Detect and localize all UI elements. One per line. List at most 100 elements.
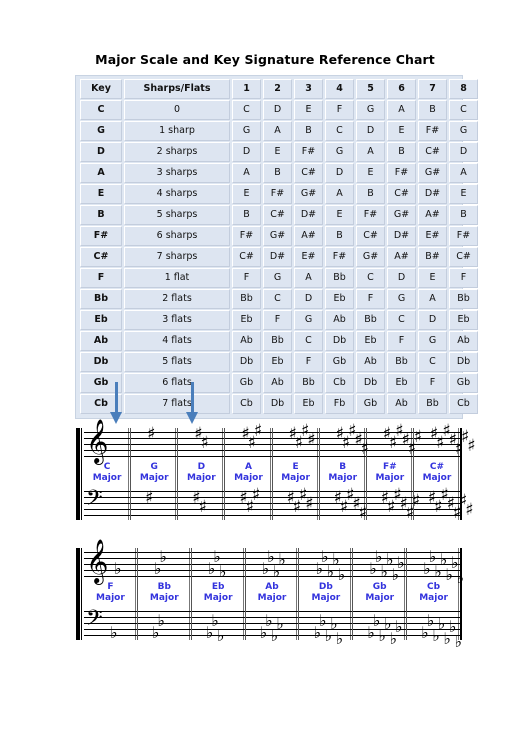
key-signature-accidentals: ♯ ♯ ♯ ♯ ♯ [334, 484, 367, 522]
scale-degree-cell: A [232, 163, 261, 183]
scale-degree-cell: A [418, 289, 447, 309]
key-signature-table: Key Sharps/Flats 1 2 3 4 5 6 7 8 C0CDEFGABCG1 sha… [78, 78, 480, 415]
table-header-cell-sharps-flats: Sharps/Flats [124, 79, 230, 99]
key-label-root: Db [318, 582, 333, 592]
scale-degree-cell: C# [294, 163, 323, 183]
scale-degree-cell: Eb [232, 310, 261, 330]
scale-degree-cell: E [418, 268, 447, 288]
key-label-root: D [197, 462, 206, 472]
scale-degree-cell: Eb [387, 373, 416, 393]
sharp-symbol: ♯ [200, 433, 209, 453]
staff-line [131, 515, 178, 516]
scale-degree-cell: Cb [449, 394, 478, 414]
scale-degree-cell: G [387, 289, 416, 309]
scale-degree-cell: F [449, 268, 478, 288]
key-label-root: C# [429, 462, 445, 472]
scale-degree-cell: Bb [387, 352, 416, 372]
staff-line [131, 444, 178, 445]
key-label: Gb Major [353, 582, 406, 604]
key-signature-accidentals: ♯ ♯ ♯ ♯ ♯ ♯ ♯ [430, 423, 476, 458]
scale-degree-cell: C [263, 289, 292, 309]
measure-eflat: ♭ ♭ ♭ Eb Major ♭ ♭ ♭ [191, 548, 246, 644]
scale-degree-cell: Ab [356, 352, 385, 372]
flat-symbol: ♭ [276, 614, 284, 633]
key-label-quality: Major [96, 593, 125, 603]
key-label-root: C [103, 462, 111, 472]
key-label: F Major [84, 582, 137, 604]
measure-flatb: ♭ ♭ Bb Major ♭ ♭ [137, 548, 192, 641]
scale-degree-cell: Cb [232, 394, 261, 414]
bass-staff: ♭ ♭ ♭ ♭ ♭ ♭ ♭ [407, 611, 462, 650]
key-name-cell: A [80, 163, 122, 183]
key-signature-accidentals: ♯ ♯ ♯ ♯ [287, 484, 314, 518]
scale-degree-cell: F [263, 310, 292, 330]
table-row: Ab 4 flats Ab Bb C Db Eb F G Ab [80, 331, 478, 351]
scale-degree-cell: D [418, 310, 447, 330]
key-name-cell: C [80, 100, 122, 120]
bass-staff: ♭ ♭ ♭ ♭ ♭ ♭ [353, 611, 407, 647]
key-signature-accidentals: ♯ ♯ ♯ [241, 423, 262, 457]
key-label-quality: Major [149, 593, 179, 603]
key-label-root: B [339, 462, 347, 472]
key-signature-accidentals: ♭ ♭ ♭ ♭ [262, 543, 286, 580]
table-row: B5 sharps B C# D# E F# G# A# B [80, 205, 478, 225]
flat-symbol: ♭ [218, 562, 227, 581]
treble-clef: 𝄞 [86, 539, 109, 583]
scale-degree-cell: G [232, 121, 261, 141]
table-header-cell-1: 1 [232, 79, 261, 99]
sharp-symbol: ♯ [145, 488, 154, 508]
key-signature-accidentals: ♭ ♭ ♭ [208, 543, 227, 581]
treble-staff: ♭ ♭ ♭ ♭ ♭ ♭ ♭ [407, 549, 464, 586]
scale-degree-cell: D [387, 268, 416, 288]
scale-degree-cell: G# [387, 205, 416, 225]
scale-degree-cell: C# [449, 247, 478, 267]
scale-degree-cell: A# [387, 247, 416, 267]
key-name-cell: Db [80, 352, 122, 372]
scale-degree-cell: C# [232, 247, 261, 267]
flat-keys-staff-system: 𝄞 ♭ F Major 𝄢 ♭ ♭ ♭ Bb Major ♭ ♭ ♭ ♭ ♭ Eb Major ♭ ♭ ♭ ♭ ♭ ♭ ♭ Ab… [76, 542, 464, 650]
scale-degree-cell: Db [325, 331, 354, 351]
key-name-cell: Eb [80, 310, 122, 330]
treble-staff: ♯ ♯ [178, 426, 225, 457]
scale-degree-cell: C [418, 352, 447, 372]
sharp-symbol: ♯ [465, 500, 474, 520]
scale-degree-cell: Ab [449, 331, 478, 351]
system-barline [76, 548, 83, 640]
table-header-cell-8: 8 [449, 79, 478, 99]
sharp-symbol: ♯ [251, 485, 261, 505]
key-label: D Major [178, 462, 224, 484]
bass-staff: ♯ ♯ ♯ ♯ ♯ ♯ ♯ [413, 487, 474, 522]
key-label-root: Gb [372, 582, 387, 592]
scale-degree-cell: Db [356, 373, 385, 393]
scale-degree-cell: F# [418, 121, 447, 141]
key-signature-cell: 3 flats [124, 310, 230, 330]
staff-line [131, 503, 178, 504]
scale-degree-cell: Gb [356, 394, 385, 414]
scale-degree-cell: G# [263, 226, 292, 246]
scale-degree-cell: F# [356, 205, 385, 225]
table-header-row: Key Sharps/Flats 1 2 3 4 5 6 7 8 [80, 79, 478, 99]
flat-symbol: ♭ [110, 623, 118, 642]
key-label-root: E [292, 462, 299, 472]
scale-degree-cell: C [294, 331, 323, 351]
bass-staff: ♯ ♯ [178, 490, 225, 516]
scale-degree-cell: B [263, 163, 292, 183]
scale-degree-cell: Ab [325, 310, 354, 330]
key-label: Eb Major [192, 582, 245, 604]
key-signature-accidentals: ♭ ♭ ♭ ♭ ♭ ♭ [369, 543, 404, 583]
key-signature-accidentals: ♭ ♭ ♭ ♭ [260, 604, 284, 644]
scale-degree-cell: D# [387, 226, 416, 246]
scale-degree-cell: E [356, 163, 385, 183]
key-label: Bb Major [138, 582, 191, 604]
scale-degree-cell: Bb [232, 289, 261, 309]
scale-degree-cell: E [294, 100, 323, 120]
scale-degree-cell: E# [294, 247, 323, 267]
table-row: F# 6 sharps F# G# A# B C# D# E# F# [80, 226, 478, 246]
key-label: Db Major [299, 582, 352, 604]
key-label-quality: Major [365, 593, 395, 603]
scale-degree-cell: Ab [387, 394, 416, 414]
treble-staff: ♭ ♭ ♭ ♭ ♭ ♭ [353, 549, 407, 583]
key-signature-cell: 1 sharp [124, 121, 230, 141]
scale-degree-cell: Db [263, 394, 292, 414]
key-signature-accidentals: ♯ ♯ ♯ ♯ [289, 423, 316, 457]
